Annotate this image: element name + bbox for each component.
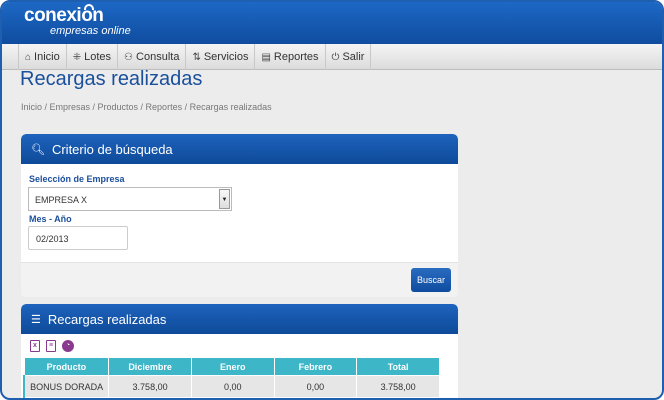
column-header[interactable]: Enero [190,357,275,376]
table-cell: 3.758,00 [356,375,440,398]
grid-icon: ⁜ [72,51,82,63]
nav-label: Reportes [273,51,319,63]
company-select[interactable]: EMPRESA X ▼ [28,187,232,211]
search-panel-header: 🔍︎ Criterio de búsqueda [21,134,458,164]
page-title: Recargas realizadas [20,68,203,90]
table-cell: 0,00 [273,375,358,398]
results-panel-title: Recargas realizadas [47,311,167,327]
list-icon: ☰ [31,313,41,326]
column-header[interactable]: Total [356,357,440,376]
chart-export-icon[interactable]: ◔ [62,340,74,352]
nav-label: Salir [342,51,365,63]
breadcrumb: Inicio / Empresas / Productos / Reportes… [21,102,272,112]
company-select-value: EMPRESA X [35,195,88,205]
nav-servicios[interactable]: ⇅ Servicios [186,44,256,70]
column-header[interactable]: Diciembre [108,357,192,376]
chevron-down-icon[interactable]: ▼ [219,189,230,209]
nav-salir[interactable]: ⏻ Salir [326,44,372,70]
search-button[interactable]: Buscar [411,268,451,292]
report-icon: ▤ [261,51,271,63]
main-nav: ⌂ Inicio ⁜ Lotes ⚇ Consulta ⇅ Servicios … [2,44,662,70]
logo-sub: empresas online [50,25,131,37]
column-header[interactable]: Producto [23,357,110,376]
nav-inicio[interactable]: ⌂ Inicio [18,44,67,70]
company-label: Selección de Empresa [29,174,125,184]
table-row[interactable]: BONUS DORADA 3.758,00 0,00 0,00 3.758,00 [23,375,440,398]
home-icon: ⌂ [25,51,32,63]
export-icons: x ≡ ◔ [30,340,74,352]
nav-label: Lotes [84,51,112,63]
table-cell: 3.758,00 [108,375,192,398]
results-panel: ☰ Recargas realizadas x ≡ ◔ Producto Dic… [21,304,458,398]
nav-label: Servicios [203,51,249,63]
nav-lotes[interactable]: ⁜ Lotes [67,44,119,70]
nav-reportes[interactable]: ▤ Reportes [255,44,326,70]
nav-label: Consulta [136,51,180,63]
excel-export-icon[interactable]: x [30,340,40,352]
table-cell: 0,00 [190,375,275,398]
column-header[interactable]: Febrero [273,357,358,376]
logo[interactable]: conexion empresas online [24,4,131,37]
period-input[interactable]: 02/2013 [28,226,128,250]
results-panel-header: ☰ Recargas realizadas [21,304,458,334]
results-table: Producto Diciembre Enero Febrero Total B… [23,357,440,398]
search-footer: Buscar [21,262,458,297]
wifi-icon [84,4,94,10]
power-icon: ⏻ [331,51,340,63]
app-window: conexion empresas online ⌂ Inicio ⁜ Lote… [0,0,664,400]
search-panel-title: Criterio de búsqueda [51,141,173,157]
transfer-icon: ⇅ [192,51,201,63]
period-label: Mes - Año [29,214,72,224]
search-icon: 🔍︎ [31,143,45,156]
header: conexion empresas online [2,2,662,44]
users-icon: ⚇ [124,51,134,63]
logo-main: conexion [24,5,104,26]
table-header-row: Producto Diciembre Enero Febrero Total [23,357,440,376]
search-panel: 🔍︎ Criterio de búsqueda Selección de Emp… [21,134,458,297]
nav-consulta[interactable]: ⚇ Consulta [118,44,187,70]
document-export-icon[interactable]: ≡ [46,340,56,352]
nav-label: Inicio [34,51,60,63]
table-cell: BONUS DORADA [23,375,110,398]
